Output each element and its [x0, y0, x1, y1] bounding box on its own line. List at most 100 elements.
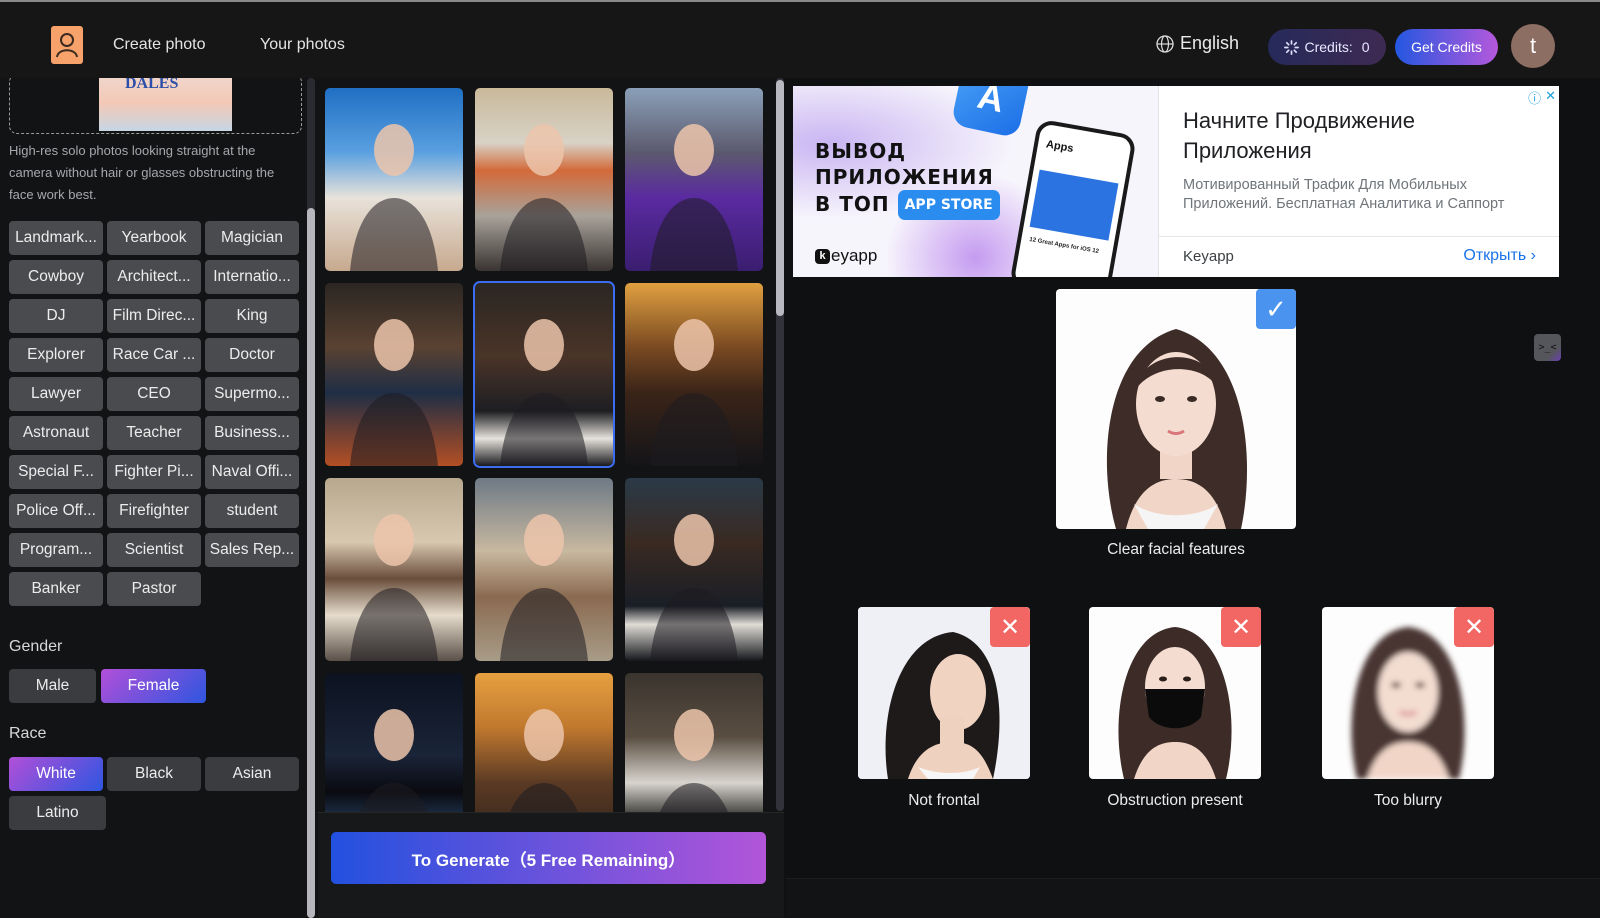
- ad-footer: Keyapp Открыть ›: [1159, 236, 1559, 277]
- style-gallery-grid: [325, 88, 763, 818]
- portrait-silhouette: [507, 709, 581, 818]
- get-credits-button[interactable]: Get Credits: [1395, 29, 1498, 65]
- race-label: Race: [9, 725, 47, 742]
- ad-open-button[interactable]: Открыть ›: [1463, 247, 1536, 265]
- style-gallery: [318, 78, 784, 818]
- user-avatar[interactable]: t: [1511, 24, 1555, 68]
- top-header: Create photo Your photos English Credits…: [0, 2, 1600, 78]
- credits-value: 0: [1361, 39, 1370, 55]
- role-option[interactable]: Film Direc...: [107, 299, 201, 333]
- style-thumbnail[interactable]: [325, 88, 463, 271]
- gallery-scrollbar-thumb[interactable]: [776, 80, 784, 316]
- advertisement[interactable]: A Apps 12 Great Apps for iOS 12 ВЫВОД ПР…: [793, 86, 1559, 277]
- ad-close-icon[interactable]: ✕: [1545, 88, 1556, 107]
- style-thumbnail[interactable]: [625, 88, 763, 271]
- race-black[interactable]: Black: [107, 757, 201, 791]
- ad-open-label: Открыть: [1463, 247, 1527, 264]
- role-option[interactable]: Teacher: [107, 416, 201, 450]
- phone-apps-title: Apps: [1045, 138, 1075, 156]
- bad-example-caption: Too blurry: [1373, 792, 1443, 809]
- chevron-right-icon: ›: [1530, 247, 1536, 264]
- role-option[interactable]: Firefighter: [107, 494, 201, 528]
- role-option[interactable]: Business...: [205, 416, 299, 450]
- role-option[interactable]: Fighter Pi...: [107, 455, 201, 489]
- role-option[interactable]: Lawyer: [9, 377, 103, 411]
- style-thumbnail[interactable]: [475, 88, 613, 271]
- portrait-silhouette: [650, 319, 738, 466]
- role-option[interactable]: Explorer: [9, 338, 103, 372]
- role-option[interactable]: Program...: [9, 533, 103, 567]
- globe-icon: [1156, 34, 1174, 53]
- role-option[interactable]: Supermo...: [205, 377, 299, 411]
- phone-mockup: Apps 12 Great Apps for iOS 12: [1008, 118, 1138, 277]
- role-option[interactable]: DJ: [9, 299, 103, 333]
- role-option[interactable]: Yearbook: [107, 221, 201, 255]
- portrait-silhouette: [650, 514, 738, 661]
- ad-title-line: ВЫВОД: [815, 139, 907, 163]
- portrait-silhouette: [500, 319, 588, 466]
- race-latino[interactable]: Latino: [9, 796, 106, 830]
- photo-upload-area[interactable]: DALES: [9, 78, 302, 134]
- role-option[interactable]: King: [205, 299, 299, 333]
- style-thumbnail[interactable]: [625, 673, 763, 818]
- sidebar-scrollbar-thumb[interactable]: [307, 208, 315, 918]
- keyapp-logo-text: eyapp: [831, 246, 878, 265]
- ad-headline[interactable]: Начните Продвижение Приложения: [1183, 106, 1543, 166]
- options-sidebar: DALES High-res solo photos looking strai…: [0, 78, 320, 918]
- style-thumbnail[interactable]: [625, 478, 763, 661]
- style-thumbnail[interactable]: [473, 281, 615, 468]
- role-option[interactable]: Scientist: [107, 533, 201, 567]
- nav-your-photos[interactable]: Your photos: [260, 36, 345, 54]
- race-white[interactable]: White: [9, 757, 103, 791]
- language-label: English: [1180, 33, 1240, 53]
- style-thumbnail[interactable]: [325, 478, 463, 661]
- role-option[interactable]: Banker: [9, 572, 103, 606]
- role-option[interactable]: Special F...: [9, 455, 103, 489]
- role-option[interactable]: student: [205, 494, 299, 528]
- role-option[interactable]: Police Off...: [9, 494, 103, 528]
- ad-info-icon[interactable]: ⓘ: [1528, 88, 1541, 107]
- reject-x-icon: ✕: [1454, 607, 1494, 647]
- phone-list-title: 12 Great Apps for iOS 12: [1028, 236, 1100, 256]
- uploaded-photo-preview: DALES: [99, 78, 232, 131]
- role-option[interactable]: Landmark...: [9, 221, 103, 255]
- good-example-caption: Clear facial features: [1107, 541, 1245, 558]
- race-asian[interactable]: Asian: [205, 757, 299, 791]
- role-option[interactable]: Architect...: [107, 260, 201, 294]
- role-option[interactable]: Astronaut: [9, 416, 103, 450]
- style-thumbnail[interactable]: [475, 673, 613, 818]
- floating-assistant-icon[interactable]: >_<: [1534, 334, 1561, 361]
- app-logo[interactable]: [51, 26, 83, 64]
- loading-spinner-icon: [1284, 39, 1300, 55]
- role-option[interactable]: Sales Rep...: [205, 533, 299, 567]
- role-option[interactable]: Pastor: [107, 572, 201, 606]
- gender-male[interactable]: Male: [9, 669, 96, 703]
- upload-hint: High-res solo photos looking straight at…: [9, 143, 275, 202]
- style-thumbnail[interactable]: [625, 283, 763, 466]
- phone-screen-art: [1029, 169, 1119, 241]
- gender-label: Gender: [9, 638, 63, 655]
- style-thumbnail[interactable]: [325, 673, 463, 818]
- portrait-silhouette: [500, 514, 588, 661]
- role-option[interactable]: Magician: [205, 221, 299, 255]
- portrait-silhouette: [350, 319, 438, 466]
- style-thumbnail[interactable]: [475, 478, 613, 661]
- nav-create-photo[interactable]: Create photo: [113, 36, 206, 54]
- ad-controls: ⓘ ✕: [1528, 88, 1556, 107]
- role-option[interactable]: Doctor: [205, 338, 299, 372]
- role-option[interactable]: Cowboy: [9, 260, 103, 294]
- app-store-pill: APP STORE: [897, 190, 1000, 220]
- style-thumbnail[interactable]: [325, 283, 463, 466]
- portrait-silhouette: [650, 124, 738, 271]
- ad-brand: Keyapp: [1183, 248, 1234, 265]
- portrait-silhouette: [350, 514, 438, 661]
- role-option[interactable]: Naval Offi...: [205, 455, 299, 489]
- credits-label: Credits:: [1304, 39, 1353, 55]
- language-selector[interactable]: English: [1156, 33, 1239, 54]
- role-option[interactable]: CEO: [107, 377, 201, 411]
- generate-button[interactable]: To Generate（5 Free Remaining）: [331, 832, 766, 884]
- role-option[interactable]: Race Car ...: [107, 338, 201, 372]
- role-option[interactable]: Internatio...: [205, 260, 299, 294]
- bad-example-caption: Not frontal: [908, 792, 980, 809]
- gender-female[interactable]: Female: [101, 669, 206, 703]
